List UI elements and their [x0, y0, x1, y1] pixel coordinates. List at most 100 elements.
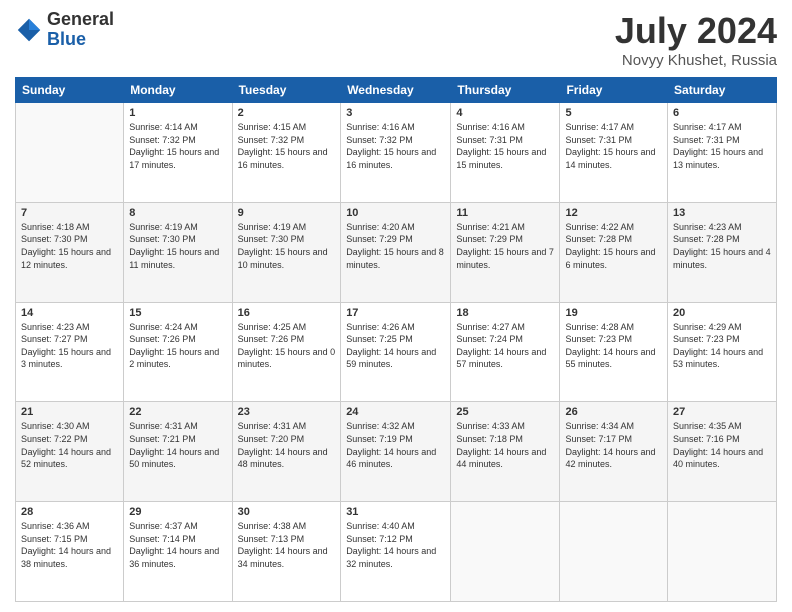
weekday-header-wednesday: Wednesday	[341, 78, 451, 103]
day-number: 17	[346, 307, 445, 319]
weekday-header-friday: Friday	[560, 78, 668, 103]
day-info: Sunrise: 4:23 AMSunset: 7:27 PMDaylight:…	[21, 321, 118, 371]
day-info: Sunrise: 4:40 AMSunset: 7:12 PMDaylight:…	[346, 520, 445, 570]
calendar-cell: 26 Sunrise: 4:34 AMSunset: 7:17 PMDayligh…	[560, 402, 668, 502]
week-row-4: 21 Sunrise: 4:30 AMSunset: 7:22 PMDayligh…	[16, 402, 777, 502]
day-number: 16	[238, 307, 336, 319]
day-number: 28	[21, 506, 118, 518]
calendar-cell: 19Sunrise: 4:28 AMSunset: 7:23 PMDayligh…	[560, 302, 668, 402]
week-row-3: 14 Sunrise: 4:23 AMSunset: 7:27 PMDayligh…	[16, 302, 777, 402]
weekday-header-thursday: Thursday	[451, 78, 560, 103]
calendar-cell: 10Sunrise: 4:20 AMSunset: 7:29 PMDayligh…	[341, 202, 451, 302]
day-info: Sunrise: 4:24 AMSunset: 7:26 PMDaylight:…	[129, 321, 226, 371]
calendar-cell: 18 Sunrise: 4:27 AMSunset: 7:24 PMDayligh…	[451, 302, 560, 402]
day-info: Sunrise: 4:15 AMSunset: 7:32 PMDaylight:…	[238, 121, 336, 171]
calendar-cell: 4Sunrise: 4:16 AMSunset: 7:31 PMDaylight…	[451, 103, 560, 203]
location: Novyy Khushet, Russia	[615, 52, 777, 69]
day-info: Sunrise: 4:29 AMSunset: 7:23 PMDaylight:…	[673, 321, 771, 371]
day-number: 1	[129, 107, 226, 119]
calendar-cell: 1 Sunrise: 4:14 AMSunset: 7:32 PMDaylight…	[124, 103, 232, 203]
day-number: 26	[565, 406, 662, 418]
day-info: Sunrise: 4:36 AMSunset: 7:15 PMDaylight:…	[21, 520, 118, 570]
calendar-cell: 14 Sunrise: 4:23 AMSunset: 7:27 PMDayligh…	[16, 302, 124, 402]
calendar-cell: 30 Sunrise: 4:38 AMSunset: 7:13 PMDayligh…	[232, 502, 341, 602]
day-info: Sunrise: 4:14 AMSunset: 7:32 PMDaylight:…	[129, 121, 226, 171]
day-number: 8	[129, 207, 226, 219]
day-number: 14	[21, 307, 118, 319]
day-number: 13	[673, 207, 771, 219]
calendar-cell: 11 Sunrise: 4:21 AMSunset: 7:29 PMDayligh…	[451, 202, 560, 302]
day-number: 2	[238, 107, 336, 119]
day-info: Sunrise: 4:17 AMSunset: 7:31 PMDaylight:…	[565, 121, 662, 171]
day-number: 3	[346, 107, 445, 119]
calendar-cell: 20 Sunrise: 4:29 AMSunset: 7:23 PMDayligh…	[668, 302, 777, 402]
day-info: Sunrise: 4:37 AMSunset: 7:14 PMDaylight:…	[129, 520, 226, 570]
day-info: Sunrise: 4:16 AMSunset: 7:32 PMDaylight:…	[346, 121, 445, 171]
day-number: 20	[673, 307, 771, 319]
weekday-header-row: SundayMondayTuesdayWednesdayThursdayFrid…	[16, 78, 777, 103]
day-info: Sunrise: 4:38 AMSunset: 7:13 PMDaylight:…	[238, 520, 336, 570]
day-info: Sunrise: 4:33 AMSunset: 7:18 PMDaylight:…	[456, 420, 554, 470]
calendar-cell: 23 Sunrise: 4:31 AMSunset: 7:20 PMDayligh…	[232, 402, 341, 502]
calendar-cell: 13Sunrise: 4:23 AMSunset: 7:28 PMDayligh…	[668, 202, 777, 302]
day-number: 7	[21, 207, 118, 219]
title-block: July 2024 Novyy Khushet, Russia	[615, 10, 777, 69]
calendar-cell: 31 Sunrise: 4:40 AMSunset: 7:12 PMDayligh…	[341, 502, 451, 602]
week-row-5: 28 Sunrise: 4:36 AMSunset: 7:15 PMDayligh…	[16, 502, 777, 602]
page: General Blue July 2024 Novyy Khushet, Ru…	[0, 0, 792, 612]
day-number: 30	[238, 506, 336, 518]
day-number: 29	[129, 506, 226, 518]
day-info: Sunrise: 4:34 AMSunset: 7:17 PMDaylight:…	[565, 420, 662, 470]
day-info: Sunrise: 4:26 AMSunset: 7:25 PMDaylight:…	[346, 321, 445, 371]
day-number: 27	[673, 406, 771, 418]
day-info: Sunrise: 4:31 AMSunset: 7:21 PMDaylight:…	[129, 420, 226, 470]
day-number: 12	[565, 207, 662, 219]
calendar-cell: 29 Sunrise: 4:37 AMSunset: 7:14 PMDayligh…	[124, 502, 232, 602]
weekday-header-saturday: Saturday	[668, 78, 777, 103]
weekday-header-tuesday: Tuesday	[232, 78, 341, 103]
day-number: 24	[346, 406, 445, 418]
calendar-cell: 17 Sunrise: 4:26 AMSunset: 7:25 PMDayligh…	[341, 302, 451, 402]
day-info: Sunrise: 4:20 AMSunset: 7:29 PMDaylight:…	[346, 221, 445, 271]
day-number: 21	[21, 406, 118, 418]
day-info: Sunrise: 4:22 AMSunset: 7:28 PMDaylight:…	[565, 221, 662, 271]
day-number: 25	[456, 406, 554, 418]
day-number: 18	[456, 307, 554, 319]
day-info: Sunrise: 4:17 AMSunset: 7:31 PMDaylight:…	[673, 121, 771, 171]
logo: General Blue	[15, 10, 114, 50]
day-number: 22	[129, 406, 226, 418]
day-info: Sunrise: 4:19 AMSunset: 7:30 PMDaylight:…	[129, 221, 226, 271]
day-info: Sunrise: 4:19 AMSunset: 7:30 PMDaylight:…	[238, 221, 336, 271]
day-info: Sunrise: 4:31 AMSunset: 7:20 PMDaylight:…	[238, 420, 336, 470]
calendar-cell: 7Sunrise: 4:18 AMSunset: 7:30 PMDaylight…	[16, 202, 124, 302]
day-info: Sunrise: 4:27 AMSunset: 7:24 PMDaylight:…	[456, 321, 554, 371]
logo-text: General Blue	[47, 10, 114, 50]
day-number: 15	[129, 307, 226, 319]
logo-general: General	[47, 10, 114, 30]
weekday-header-sunday: Sunday	[16, 78, 124, 103]
calendar-cell: 22 Sunrise: 4:31 AMSunset: 7:21 PMDayligh…	[124, 402, 232, 502]
day-number: 5	[565, 107, 662, 119]
calendar-table: SundayMondayTuesdayWednesdayThursdayFrid…	[15, 77, 777, 602]
calendar-cell: 27Sunrise: 4:35 AMSunset: 7:16 PMDayligh…	[668, 402, 777, 502]
day-number: 23	[238, 406, 336, 418]
month-title: July 2024	[615, 10, 777, 52]
day-info: Sunrise: 4:32 AMSunset: 7:19 PMDaylight:…	[346, 420, 445, 470]
calendar-cell: 21 Sunrise: 4:30 AMSunset: 7:22 PMDayligh…	[16, 402, 124, 502]
calendar-cell: 15 Sunrise: 4:24 AMSunset: 7:26 PMDayligh…	[124, 302, 232, 402]
calendar-cell: 24 Sunrise: 4:32 AMSunset: 7:19 PMDayligh…	[341, 402, 451, 502]
weekday-header-monday: Monday	[124, 78, 232, 103]
day-number: 31	[346, 506, 445, 518]
day-info: Sunrise: 4:21 AMSunset: 7:29 PMDaylight:…	[456, 221, 554, 271]
calendar-cell: 9Sunrise: 4:19 AMSunset: 7:30 PMDaylight…	[232, 202, 341, 302]
calendar-cell: 5 Sunrise: 4:17 AMSunset: 7:31 PMDaylight…	[560, 103, 668, 203]
calendar-cell: 12 Sunrise: 4:22 AMSunset: 7:28 PMDayligh…	[560, 202, 668, 302]
calendar-cell: 2 Sunrise: 4:15 AMSunset: 7:32 PMDaylight…	[232, 103, 341, 203]
day-info: Sunrise: 4:30 AMSunset: 7:22 PMDaylight:…	[21, 420, 118, 470]
calendar-cell	[451, 502, 560, 602]
calendar-cell	[668, 502, 777, 602]
header: General Blue July 2024 Novyy Khushet, Ru…	[15, 10, 777, 69]
day-number: 11	[456, 207, 554, 219]
calendar-cell	[560, 502, 668, 602]
week-row-1: 1 Sunrise: 4:14 AMSunset: 7:32 PMDaylight…	[16, 103, 777, 203]
